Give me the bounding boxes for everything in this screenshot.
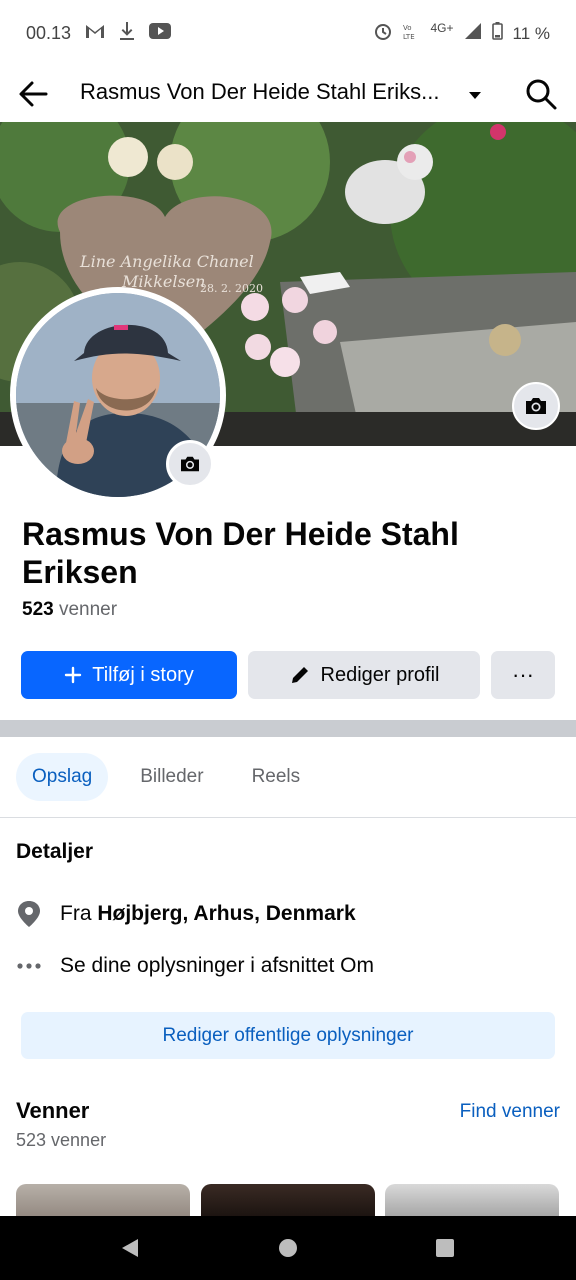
friends-section-title: Venner xyxy=(16,1098,90,1123)
network-label: 4G+ xyxy=(430,20,454,35)
friends-count-value: 523 xyxy=(22,599,54,620)
more-options-button[interactable]: ··· xyxy=(491,651,555,699)
gmail-icon xyxy=(85,23,105,44)
friends-section-count: 523 venner xyxy=(16,1130,107,1150)
cover-stone-text-3: 28. 2. 2020 xyxy=(200,282,263,295)
edit-profile-label: Rediger profil xyxy=(320,663,440,686)
see-info-label: Se dine oplysninger i afsnittet Om xyxy=(60,954,374,977)
svg-text:LTE: LTE xyxy=(403,33,415,40)
caret-down-icon[interactable] xyxy=(466,86,484,104)
friends-count[interactable]: 523 venner xyxy=(22,599,117,621)
nav-home-button[interactable] xyxy=(276,1236,300,1260)
tab-posts[interactable]: Opslag xyxy=(16,753,109,801)
friends-count-label: venner xyxy=(58,599,118,620)
battery-icon xyxy=(491,22,503,45)
triangle-back-icon xyxy=(122,1239,138,1257)
add-to-story-button[interactable]: Tilføj i story xyxy=(21,651,237,699)
from-prefix: Fra xyxy=(60,902,92,925)
search-icon xyxy=(526,79,557,110)
camera-icon xyxy=(181,456,199,472)
detail-hometown: Fra Højbjerg, Arhus, Denmark xyxy=(16,899,356,929)
from-place: Højbjerg, Arhus, Denmark xyxy=(97,902,356,925)
section-divider xyxy=(0,720,576,737)
pencil-icon xyxy=(291,667,308,683)
signal-icon xyxy=(464,22,482,45)
status-right: Vo LTE 4G+ 11 % xyxy=(374,20,551,45)
nav-back-button[interactable] xyxy=(118,1236,142,1260)
download-icon xyxy=(119,22,135,45)
top-title[interactable]: Rasmus Von Der Heide Stahl Eriks... xyxy=(80,79,439,105)
profile-name: Rasmus Von Der Heide Stahl Eriksen xyxy=(22,516,459,590)
square-recents-icon xyxy=(436,1239,454,1257)
find-friends-link[interactable]: Find venner xyxy=(460,1101,560,1123)
more-icon: ··· xyxy=(512,662,534,687)
dots-icon xyxy=(16,951,42,981)
alarm-icon xyxy=(374,22,392,45)
status-bar: 00.13 Vo LTE 4G+ 11 % xyxy=(0,0,576,66)
detail-see-info[interactable]: Se dine oplysninger i afsnittet Om xyxy=(16,951,374,981)
edit-profile-button[interactable]: Rediger profil xyxy=(248,651,480,699)
cover-photo-camera-button[interactable] xyxy=(512,382,560,430)
camera-icon xyxy=(526,398,546,414)
tab-photos[interactable]: Billeder xyxy=(124,753,219,801)
battery-label: 11 % xyxy=(512,23,551,43)
details-title: Detaljer xyxy=(16,840,94,863)
svg-text:Vo: Vo xyxy=(403,24,412,32)
nav-recents-button[interactable] xyxy=(433,1236,457,1260)
location-pin-icon xyxy=(16,899,42,929)
edit-public-details-button[interactable]: Rediger offentlige oplysninger xyxy=(21,1012,555,1059)
circle-home-icon xyxy=(279,1239,297,1257)
plus-icon xyxy=(65,666,82,684)
add-to-story-label: Tilføj i story xyxy=(92,663,194,686)
profile-picture-camera-button[interactable] xyxy=(166,440,214,488)
tab-reels[interactable]: Reels xyxy=(236,753,317,801)
profile-tabs: Opslag Billeder Reels xyxy=(16,753,316,801)
arrow-left-icon xyxy=(19,81,48,107)
tabs-divider xyxy=(0,817,576,818)
search-button[interactable] xyxy=(522,75,560,113)
status-time: 00.13 xyxy=(26,23,72,43)
status-left: 00.13 xyxy=(26,22,172,45)
system-nav-bar xyxy=(0,1216,576,1280)
top-bar: Rasmus Von Der Heide Stahl Eriks... xyxy=(0,66,576,122)
youtube-icon xyxy=(149,23,172,44)
volte-icon: Vo LTE xyxy=(402,22,420,45)
back-button[interactable] xyxy=(14,74,54,114)
cover-stone-text-1: Line Angelika Chanel xyxy=(79,252,254,271)
